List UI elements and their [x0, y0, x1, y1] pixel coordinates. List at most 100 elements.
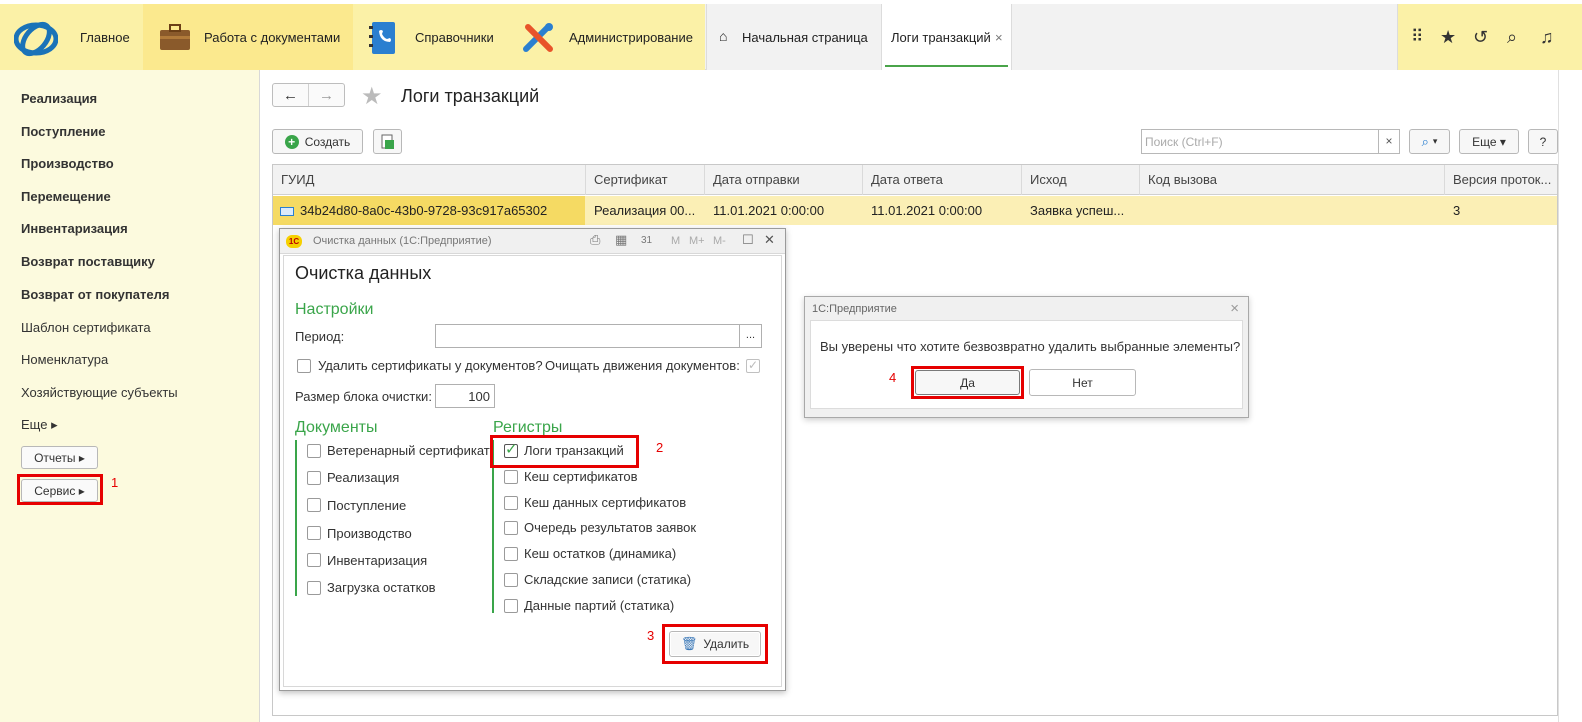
tab-close-icon[interactable]: × [995, 30, 1003, 45]
doc-label-production: Производство [327, 526, 412, 541]
help-button[interactable]: ? [1528, 129, 1558, 154]
reg-checkbox-warehouse-records[interactable] [504, 573, 518, 587]
col-outcome[interactable]: Исход [1022, 165, 1140, 195]
doc-checkbox-inventory[interactable] [307, 553, 321, 567]
reg-checkbox-cert-data-cache[interactable] [504, 496, 518, 510]
annotation-3: 3 [647, 628, 655, 643]
forward-button[interactable]: → [308, 84, 344, 106]
memory-m-button[interactable]: M [671, 235, 680, 247]
delete-certs-checkbox[interactable] [297, 359, 311, 373]
confirm-dialog: 1С:Предприятие × [804, 296, 1249, 418]
reg-checkbox-cert-cache[interactable] [504, 470, 518, 484]
block-size-input[interactable]: 100 [435, 384, 495, 408]
reg-checkbox-batch-data[interactable] [504, 599, 518, 613]
search-options-button[interactable]: ⌕ ▾ [1409, 129, 1450, 154]
annotation-1: 1 [111, 475, 119, 490]
tab-home-label: Начальная страница [742, 29, 868, 45]
tab-transaction-logs[interactable]: Логи транзакций × [881, 4, 1011, 70]
phonebook-icon [369, 22, 395, 54]
sidebar-item-transfer[interactable]: Перемещение [21, 189, 111, 204]
memory-minus-button[interactable]: M- [713, 235, 726, 247]
print-icon[interactable]: ⎙ [590, 232, 600, 248]
search-clear-button[interactable]: × [1378, 130, 1399, 153]
page-title: Логи транзакций [401, 86, 540, 106]
calendar-icon[interactable]: 31 [641, 235, 652, 246]
col-certificate[interactable]: Сертификат [586, 165, 705, 195]
doc-label-sales: Реализация [327, 470, 400, 485]
cell-certificate: Реализация 00... [594, 203, 696, 218]
apps-grid-icon[interactable]: ⠿ [1411, 28, 1423, 46]
sidebar-item-more[interactable]: Еще ▸ [21, 417, 58, 433]
doc-label-inventory: Инвентаризация [327, 553, 428, 568]
col-reply-date[interactable]: Дата ответа [863, 165, 1022, 195]
maximize-icon[interactable]: ☐ [742, 232, 754, 248]
scrollbar[interactable] [1558, 70, 1582, 722]
delete-certs-label: Удалить сертификаты у документов? [318, 358, 543, 373]
annotation-4: 4 [889, 370, 897, 385]
calculator-icon[interactable]: ▦ [615, 232, 627, 248]
favorite-star-icon[interactable]: ★ [361, 82, 383, 111]
no-button[interactable]: Нет [1029, 369, 1136, 396]
cleanup-window-titlebar: 1С Очистка данных (1С:Предприятие) ⎙ ▦ 3… [280, 229, 785, 254]
section-catalogs[interactable]: Справочники [353, 4, 505, 70]
doc-checkbox-balance-load[interactable] [307, 581, 321, 595]
create-button-label: Создать [304, 134, 351, 149]
section-main[interactable]: Главное [0, 4, 143, 70]
sidebar-item-entities[interactable]: Хозяйствующие субъекты [21, 385, 178, 400]
history-icon[interactable]: ↺ [1473, 28, 1488, 46]
top-bar: Главное Работа с документами Справочники… [0, 0, 1582, 70]
settings-header: Настройки [295, 301, 374, 318]
section-documents[interactable]: Работа с документами [143, 4, 353, 70]
col-call-code[interactable]: Код вызова [1140, 165, 1445, 195]
briefcase-icon [160, 24, 190, 50]
record-icon [280, 207, 294, 217]
sidebar-item-cert-template[interactable]: Шаблон сертификата [21, 320, 151, 335]
period-select-button[interactable]: ... [739, 324, 762, 348]
create-button[interactable]: + Создать [272, 129, 363, 154]
dialog-close-icon[interactable]: × [1230, 300, 1239, 317]
sidebar-item-receipts[interactable]: Поступление [21, 124, 106, 139]
close-icon[interactable]: ✕ [764, 232, 775, 248]
col-guid[interactable]: ГУИД [273, 165, 586, 195]
cleanup-window-title: Очистка данных (1С:Предприятие) [313, 235, 492, 247]
reports-button[interactable]: Отчеты ▸ [21, 446, 98, 469]
documents-group-line [295, 440, 297, 596]
copy-button[interactable] [373, 129, 402, 154]
table-row[interactable]: 34b24d80-8a0c-43b0-9728-93c917a65302 Реа… [273, 196, 1557, 225]
doc-checkbox-production[interactable] [307, 526, 321, 540]
reg-checkbox-balance-cache[interactable] [504, 547, 518, 561]
section-catalogs-label: Справочники [415, 29, 494, 45]
col-protocol-version[interactable]: Версия проток... [1445, 165, 1557, 195]
tab-home[interactable]: ⌂ Начальная страница [706, 4, 881, 70]
more-button[interactable]: Еще ▾ [1459, 129, 1519, 154]
clear-movements-checkbox[interactable]: ✓ [746, 359, 760, 373]
tab-transaction-logs-label: Логи транзакций [891, 29, 991, 45]
sidebar-item-return-customer[interactable]: Возврат от покупателя [21, 287, 169, 302]
sidebar-item-production[interactable]: Производство [21, 156, 114, 171]
reg-checkbox-request-queue[interactable] [504, 521, 518, 535]
doc-checkbox-sales[interactable] [307, 471, 321, 485]
tab-bar-empty [1011, 4, 1397, 70]
search-input[interactable]: Поиск (Ctrl+F) [1141, 129, 1400, 154]
favorites-star-icon[interactable]: ★ [1440, 28, 1456, 46]
cell-protocol-version: 3 [1453, 203, 1461, 218]
highlight-transaction-logs [490, 435, 639, 468]
doc-checkbox-vet-cert[interactable] [307, 444, 321, 458]
col-sent-date[interactable]: Дата отправки [705, 165, 863, 195]
sidebar-item-nomenclature[interactable]: Номенклатура [21, 352, 108, 367]
search-icon[interactable]: ⌕ [1507, 28, 1517, 46]
home-icon: ⌂ [719, 28, 728, 44]
memory-plus-button[interactable]: M+ [689, 235, 705, 247]
reg-label-balance-cache: Кеш остатков (динамика) [524, 546, 677, 561]
sidebar-item-sales[interactable]: Реализация [21, 91, 97, 106]
reg-label-cert-cache: Кеш сертификатов [524, 469, 638, 484]
cell-guid-text: 34b24d80-8a0c-43b0-9728-93c917a65302 [300, 203, 548, 218]
section-admin[interactable]: Администрирование [505, 4, 705, 70]
bell-icon[interactable]: ♫ [1540, 28, 1554, 46]
period-input[interactable] [435, 324, 740, 348]
cleanup-title: Очистка данных [295, 263, 432, 283]
sidebar-item-inventory[interactable]: Инвентаризация [21, 221, 128, 236]
sidebar-item-return-supplier[interactable]: Возврат поставщику [21, 254, 155, 269]
doc-checkbox-receipts[interactable] [307, 498, 321, 512]
back-button[interactable]: ← [273, 84, 308, 106]
